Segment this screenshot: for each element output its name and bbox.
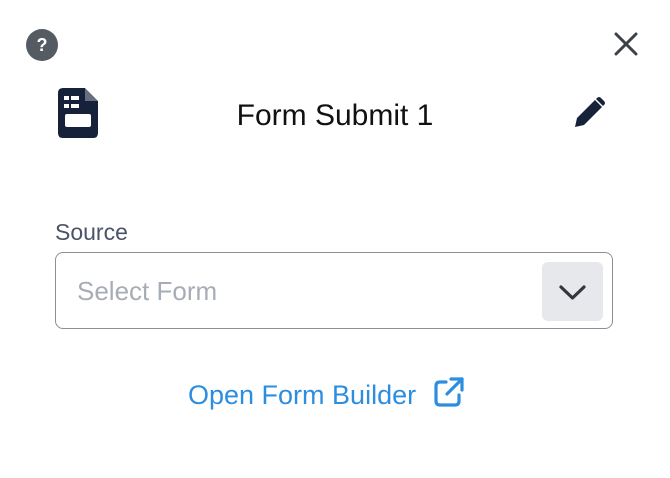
close-button[interactable] (610, 28, 642, 60)
open-form-builder-link[interactable]: Open Form Builder (188, 376, 466, 414)
page-title: Form Submit 1 (236, 99, 434, 132)
edit-button[interactable] (572, 94, 608, 130)
external-link-icon (434, 377, 464, 407)
open-form-builder-label: Open Form Builder (188, 380, 417, 410)
select-dropdown-button[interactable] (542, 262, 603, 321)
close-icon (614, 32, 638, 56)
pencil-icon (575, 97, 605, 127)
select-placeholder: Select Form (77, 276, 218, 306)
form-document-icon (58, 88, 98, 138)
form-select[interactable]: Select Form (55, 252, 613, 329)
source-label: Source (55, 219, 128, 245)
chevron-down-icon (559, 285, 586, 300)
form-submit-panel: ? Form Submit 1 Source Select Form Open … (0, 0, 670, 478)
question-circle-icon[interactable]: ? (26, 29, 58, 61)
